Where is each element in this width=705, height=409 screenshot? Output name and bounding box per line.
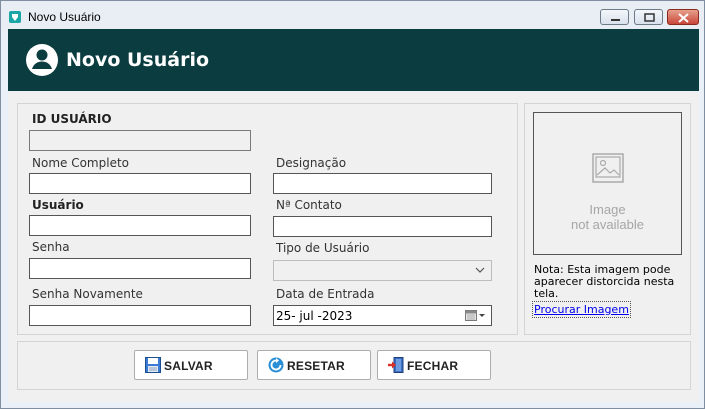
contato-label: Nª Contato <box>276 198 342 212</box>
image-placeholder-line1: Image <box>589 202 626 217</box>
image-note: Nota: Esta imagem pode aparecer distorci… <box>534 263 675 300</box>
designacao-input[interactable] <box>273 173 492 194</box>
salvar-button[interactable]: SALVAR <box>134 350 248 380</box>
senha-input[interactable] <box>29 258 251 279</box>
usuario-label: Usuário <box>32 198 84 212</box>
tipo-usuario-label: Tipo de Usuário <box>276 241 370 255</box>
window: Novo Usuário Novo Usuário ID USUÁRIO Nom… <box>0 0 705 409</box>
procurar-imagem-link[interactable]: Procurar Imagem <box>532 301 631 318</box>
senha-novamente-input[interactable] <box>29 305 251 326</box>
contato-input[interactable] <box>273 216 492 237</box>
designacao-label: Designação <box>276 156 347 170</box>
minimize-button[interactable] <box>600 9 629 25</box>
title-bar[interactable]: Novo Usuário <box>1 1 704 29</box>
close-button[interactable] <box>667 9 699 25</box>
maximize-button[interactable] <box>634 9 663 25</box>
resetar-label: RESETAR <box>287 359 345 373</box>
image-placeholder-text: Image not available <box>534 202 681 232</box>
form-panel: ID USUÁRIO Nome Completo Designação Usuá… <box>17 103 518 335</box>
usuario-input[interactable] <box>29 215 251 236</box>
image-panel: Image not available Nota: Esta imagem po… <box>524 103 691 335</box>
image-placeholder-line2: not available <box>571 217 644 232</box>
senha-label: Senha <box>32 240 70 254</box>
id-usuario-field <box>29 130 251 151</box>
calendar-icon[interactable] <box>465 309 487 322</box>
data-entrada-value: 25- jul -2023 <box>276 309 353 323</box>
image-placeholder: Image not available <box>533 112 682 255</box>
data-entrada-label: Data de Entrada <box>276 287 375 301</box>
id-usuario-label: ID USUÁRIO <box>32 112 112 126</box>
fechar-button[interactable]: FECHAR <box>377 350 491 380</box>
chevron-down-icon <box>475 267 485 273</box>
header-banner: Novo Usuário <box>8 29 699 91</box>
fechar-label: FECHAR <box>407 359 459 373</box>
resetar-button[interactable]: RESETAR <box>257 350 371 380</box>
exit-door-icon <box>388 357 404 373</box>
content-area: ID USUÁRIO Nome Completo Designação Usuá… <box>8 92 699 402</box>
nome-completo-input[interactable] <box>29 173 251 194</box>
salvar-label: SALVAR <box>164 359 213 373</box>
data-entrada-picker[interactable]: 25- jul -2023 <box>273 305 492 326</box>
user-circle-icon <box>26 44 58 76</box>
nome-completo-label: Nome Completo <box>32 156 129 170</box>
window-title: Novo Usuário <box>28 10 101 24</box>
page-title: Novo Usuário <box>66 49 210 71</box>
tipo-usuario-select[interactable] <box>273 260 492 281</box>
image-icon <box>592 153 624 183</box>
senha-novamente-label: Senha Novamente <box>32 287 143 301</box>
reset-icon <box>268 357 284 373</box>
app-icon <box>9 11 21 23</box>
save-icon <box>145 357 161 373</box>
button-panel: SALVAR RESETAR FECHAR <box>17 341 691 390</box>
